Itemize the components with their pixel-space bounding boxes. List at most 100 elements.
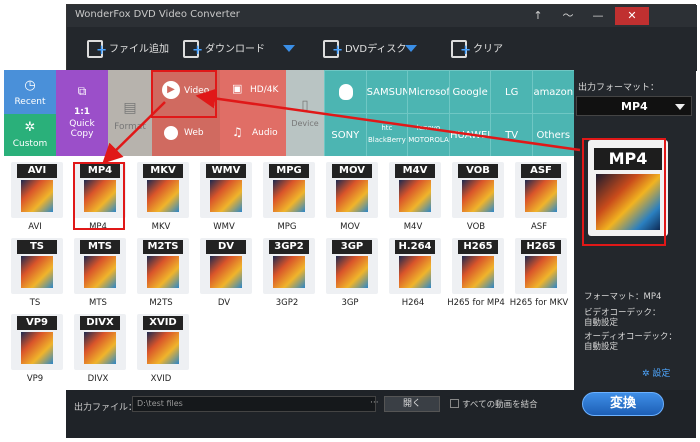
format-panel: ◷ Recent ✲ Custom ⧉ 1:1 Quick Copy ▤ Format ▶… [4,70,574,390]
format-icon: TS [11,238,63,294]
category-recent[interactable]: ◷ Recent [4,70,56,114]
format-art [210,256,242,288]
brand-tile[interactable]: SAMSUNG [365,70,418,113]
format-code: TS [17,240,57,254]
format-code: AVI [17,164,57,178]
brand-tile[interactable]: Microsoft [407,70,454,113]
window-title: WonderFox DVD Video Converter [75,9,240,20]
format-tile-3gp[interactable]: 3GP 3GP [323,238,378,314]
format-icon: MOV [326,162,378,218]
download-icon [183,40,203,62]
format-icon: M4V [389,162,441,218]
category-device-label: Device [291,119,319,128]
download-button[interactable]: ダウンロード [183,39,265,62]
format-name: H265 for MP4 [447,298,505,308]
format-name: ASF [530,222,548,232]
format-tile-m4v[interactable]: M4V M4V [386,162,441,238]
brand-tile[interactable]: TV [490,113,532,156]
output-path-field[interactable]: D:\test files [132,396,376,412]
category-format-label: Format [114,122,146,132]
format-name: XVID [150,374,172,384]
minimize-button[interactable]: — [585,7,611,25]
format-tile-ts[interactable]: TS TS [8,238,63,314]
dvd-disc-button[interactable]: DVDディスク [323,39,407,62]
category-custom[interactable]: ✲ Custom [4,114,56,156]
format-code: VOB [458,164,498,178]
category-hd[interactable]: ▣ HD/4K [220,70,286,113]
mp4-highlight [73,162,125,230]
dvd-disc-label: DVDディスク [345,44,407,55]
format-tile-divx[interactable]: DIVX DIVX [71,314,126,390]
brand-tile[interactable]: Others [532,113,574,156]
add-files-button[interactable]: ファイル追加 [87,39,169,62]
format-tile-mts[interactable]: MTS MTS [71,238,126,314]
clock-icon: ◷ [24,78,36,93]
format-icon: DIVX [74,314,126,370]
format-tile-mpg[interactable]: MPG MPG [260,162,315,238]
upload-icon[interactable]: ↑ [525,7,551,25]
dvd-dropdown-icon[interactable] [405,45,417,52]
format-icon: H265 [452,238,504,294]
category-web[interactable]: Web [152,113,220,156]
format-code: XVID [143,316,183,330]
format-art [210,180,242,212]
format-code: ASF [521,164,561,178]
category-device[interactable]: ▯ Device [286,70,324,156]
close-button[interactable]: ✕ [615,7,649,25]
format-tile-vob[interactable]: VOB VOB [449,162,504,238]
format-tile-3gp2[interactable]: 3GP2 3GP2 [260,238,315,314]
feedback-icon[interactable]: ～ [555,7,581,25]
brand-tile[interactable]: amazon [532,70,574,113]
format-tile-mkv[interactable]: MKV MKV [134,162,189,238]
category-audio-label: Audio [252,128,278,138]
format-tile-h264[interactable]: H.264 H264 [386,238,441,314]
format-tile-dv[interactable]: DV DV [197,238,252,314]
brand-tile[interactable]: LG [490,70,532,113]
download-dropdown-icon[interactable] [283,45,295,52]
output-format-select[interactable]: MP4 [576,96,692,116]
format-name: MKV [151,222,171,232]
format-art [21,180,53,212]
format-tile-h265-for-mp4[interactable]: H265 H265 for MP4 [447,238,505,314]
settings-link[interactable]: ✲ 設定 [642,366,670,379]
convert-button[interactable]: 変換 [582,392,664,416]
add-file-icon [87,40,107,62]
info-audio-codec-value: 自動設定 [584,342,619,352]
clear-button[interactable]: クリア [451,39,503,62]
format-art [525,180,557,212]
format-name: 3GP [341,298,359,308]
video-highlight [151,70,217,118]
hd-icon: ▣ [232,82,243,95]
brand-tile[interactable] [324,70,366,113]
apple-icon [339,84,353,100]
format-art [84,256,116,288]
gear-icon: ✲ [642,369,653,379]
format-art [525,256,557,288]
gear-icon: ✲ [24,120,36,135]
brand-tile[interactable]: lenovo MOTOROLA [407,113,449,156]
format-tile-avi[interactable]: AVI AVI [8,162,63,238]
format-tile-mov[interactable]: MOV MOV [323,162,378,238]
merge-checkbox[interactable] [450,399,459,408]
format-icon: XVID [137,314,189,370]
category-format[interactable]: ▤ Format [108,70,152,156]
brand-tile[interactable]: Google [448,70,491,113]
brand-tile[interactable]: HUAWEI [448,113,491,156]
open-button[interactable]: 開く [384,396,440,412]
format-tile-vp9[interactable]: VP9 VP9 [8,314,63,390]
format-tile-wmv[interactable]: WMV WMV [197,162,252,238]
format-tile-h265-for-mkv[interactable]: H265 H265 for MKV [510,238,568,314]
category-quick-copy[interactable]: ⧉ 1:1 Quick Copy [56,70,108,156]
format-tile-xvid[interactable]: XVID XVID [134,314,189,390]
format-art [21,256,53,288]
brand-tile[interactable]: htc BlackBerry [365,113,408,156]
browse-button[interactable]: ··· [370,398,379,408]
format-name: WMV [213,222,235,232]
format-icon: H.264 [389,238,441,294]
category-audio[interactable]: ♫ Audio [220,113,286,156]
chevron-down-icon [675,104,685,110]
format-code: DV [206,240,246,254]
format-tile-m2ts[interactable]: M2TS M2TS [134,238,189,314]
format-tile-asf[interactable]: ASF ASF [512,162,567,238]
brand-tile[interactable]: SONY [324,113,366,156]
